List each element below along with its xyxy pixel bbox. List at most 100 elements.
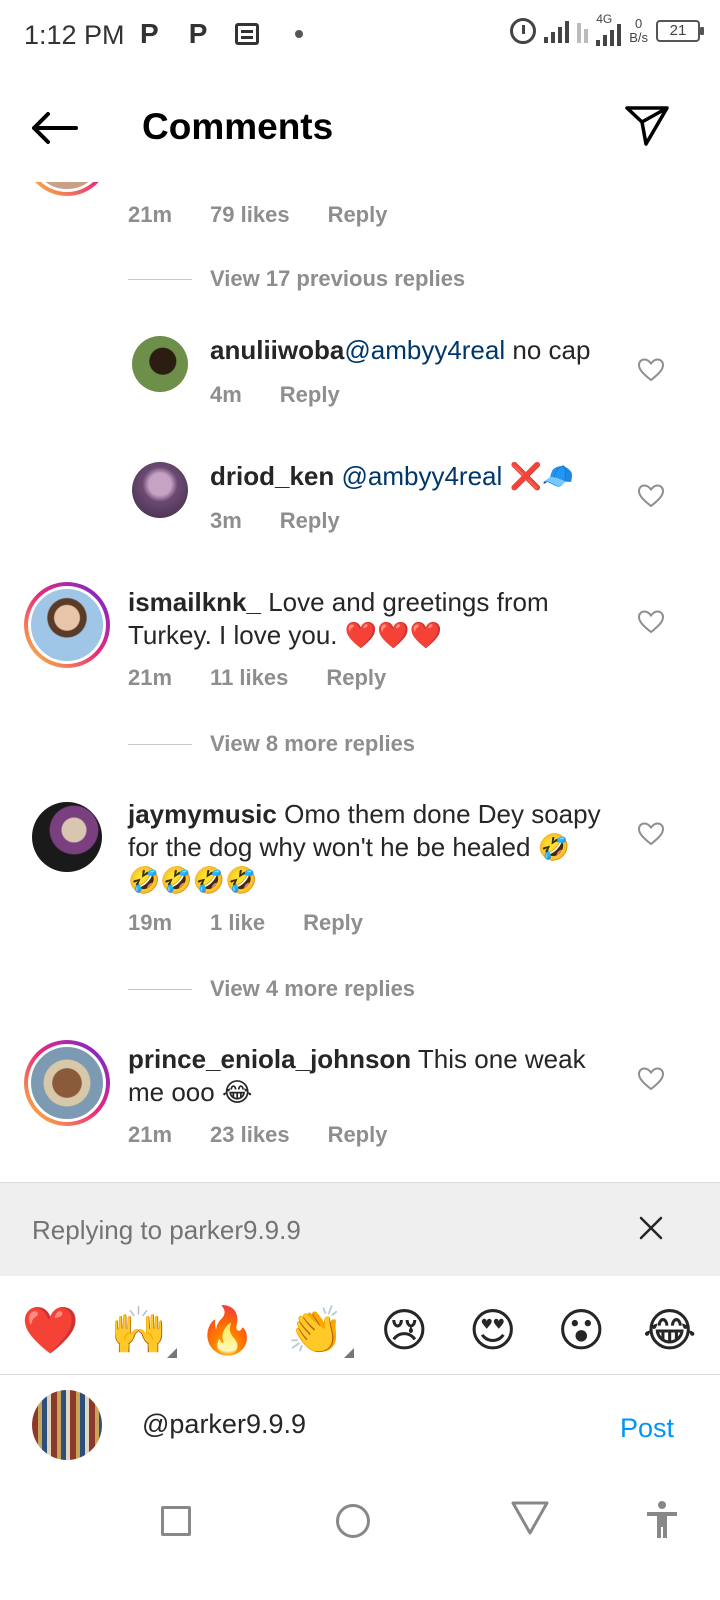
- comment-input[interactable]: @parker9.9.9: [142, 1409, 306, 1440]
- emoji-laughing-button[interactable]: 😂: [640, 1303, 700, 1357]
- avatar[interactable]: [132, 336, 188, 392]
- username[interactable]: driod_ken: [210, 461, 334, 491]
- alarm-icon: [510, 18, 537, 44]
- heart-icon[interactable]: [638, 822, 664, 846]
- data-transfer-icon: [577, 19, 589, 43]
- post-button[interactable]: Post: [620, 1413, 674, 1444]
- comment-time: 21m: [128, 1122, 173, 1147]
- replying-to-label: Replying to parker9.9.9: [32, 1215, 301, 1245]
- emoji-clap-button[interactable]: 👏: [286, 1303, 354, 1358]
- data-speed: 0 B/s: [629, 17, 648, 45]
- comment-likes[interactable]: 23 likes: [210, 1122, 290, 1148]
- username[interactable]: anuliiwoba: [210, 335, 344, 365]
- back-triangle-icon[interactable]: [510, 1500, 550, 1536]
- data-speed-unit: B/s: [629, 30, 648, 45]
- header: Comments: [0, 72, 720, 182]
- recents-square-icon[interactable]: [161, 1506, 191, 1536]
- comment-time: 21m: [128, 202, 173, 227]
- comment-body-line3: 🤣🤣🤣🤣: [128, 865, 258, 895]
- reply-button[interactable]: Reply: [280, 508, 340, 534]
- dot-icon: [295, 30, 304, 38]
- comment-text: ismailknk_ Love and greetings from Turke…: [128, 586, 618, 652]
- page-title: Comments: [142, 106, 334, 147]
- comment-body-line1: This one weak: [411, 1044, 586, 1074]
- signal-icon: [544, 19, 570, 43]
- avatar[interactable]: [24, 582, 110, 668]
- p-app-icon: P: [188, 18, 208, 49]
- avatar[interactable]: [32, 802, 102, 872]
- reply-button[interactable]: Reply: [328, 1122, 388, 1148]
- news-icon: [235, 23, 260, 45]
- emoji-heart-eyes-button[interactable]: 😍: [463, 1303, 523, 1357]
- replying-to-bar: Replying to parker9.9.9: [0, 1182, 720, 1276]
- send-icon[interactable]: [624, 102, 670, 148]
- p-app-icon: P: [140, 18, 159, 49]
- close-icon[interactable]: [638, 1215, 664, 1241]
- system-nav-bar: [0, 1490, 720, 1600]
- view-previous-replies-button[interactable]: View 17 previous replies: [128, 266, 465, 292]
- mention-link[interactable]: @ambyy4real: [344, 335, 505, 365]
- divider: [128, 988, 192, 990]
- comment-text: prince_eniola_johnson This one weak me o…: [128, 1043, 618, 1109]
- emoji-fire-button[interactable]: 🔥: [197, 1303, 257, 1358]
- reply-text: driod_ken @ambyy4real ❌🧢: [210, 460, 630, 493]
- view-replies-label: View 8 more replies: [210, 731, 416, 756]
- view-more-replies-button[interactable]: View 8 more replies: [128, 731, 415, 757]
- comment-body-line1: Omo them done Dey soapy: [276, 799, 601, 829]
- comment-time: 19m: [128, 910, 173, 935]
- avatar[interactable]: [132, 462, 188, 518]
- comment-likes[interactable]: 11 likes: [210, 665, 288, 691]
- comment-meta: 19m 1 like Reply: [128, 910, 401, 936]
- comment-likes[interactable]: 79 likes: [210, 202, 290, 228]
- heart-icon[interactable]: [638, 484, 664, 508]
- data-speed-value: 0: [634, 16, 643, 31]
- heart-icon[interactable]: [638, 358, 664, 382]
- status-time: 1:12 PM: [24, 20, 125, 50]
- emoji-glyph: 🙌: [110, 1303, 168, 1356]
- reply-text: anuliiwoba@ambyy4real no cap: [210, 334, 630, 367]
- emoji-heart-button[interactable]: ❤️: [20, 1303, 80, 1358]
- mention-link[interactable]: @ambyy4real: [341, 461, 502, 491]
- reply-body: ❌🧢: [502, 461, 575, 491]
- skin-tone-indicator: [166, 1347, 177, 1358]
- accessibility-icon[interactable]: [644, 1500, 680, 1540]
- username[interactable]: jaymymusic: [128, 799, 277, 829]
- reply-button[interactable]: Reply: [280, 382, 340, 408]
- status-notification-icons: P P: [140, 18, 304, 50]
- arrow-left-icon[interactable]: [30, 110, 78, 146]
- divider: [128, 278, 192, 280]
- comment-meta: 21m 11 likes Reply: [128, 665, 424, 691]
- comment-likes[interactable]: 1 like: [210, 910, 265, 936]
- emoji-glyph: 👏: [287, 1303, 345, 1356]
- comment-body-line2: for the dog why won't he be healed 🤣: [128, 832, 571, 862]
- view-more-replies-button[interactable]: View 4 more replies: [128, 976, 415, 1002]
- quick-emoji-bar: ❤️ 🙌 🔥 👏 😢 😍 😮 😂: [0, 1290, 720, 1370]
- reply-time: 4m: [210, 382, 242, 407]
- reply-button[interactable]: Reply: [328, 202, 388, 228]
- reply-button[interactable]: Reply: [326, 665, 386, 691]
- emoji-raised-hands-button[interactable]: 🙌: [109, 1303, 177, 1358]
- status-system-icons: 4G 0 B/s 21: [510, 12, 704, 46]
- status-bar: 1:12 PM P P 4G 0 B/s 21: [0, 0, 720, 72]
- divider: [128, 743, 192, 745]
- comment-body-line2: me ooo 😂: [128, 1077, 253, 1107]
- comment-body-line2: Turkey. I love you. ❤️❤️❤️: [128, 620, 442, 650]
- avatar[interactable]: [24, 1040, 110, 1126]
- home-circle-icon[interactable]: [336, 1504, 370, 1538]
- reply-meta: 3m Reply: [210, 508, 378, 534]
- comment-composer: @parker9.9.9 Post: [0, 1374, 720, 1484]
- emoji-surprised-button[interactable]: 😮: [551, 1303, 611, 1357]
- emoji-crying-button[interactable]: 😢: [374, 1303, 434, 1357]
- comment-meta: 21m 23 likes Reply: [128, 1122, 425, 1148]
- heart-icon[interactable]: [638, 1067, 664, 1091]
- username[interactable]: prince_eniola_johnson: [128, 1044, 411, 1074]
- comment-body-line1: Love and greetings from: [260, 587, 549, 617]
- comment-time: 21m: [128, 665, 173, 690]
- comments-list[interactable]: 21m 79 likes Reply View 17 previous repl…: [0, 150, 720, 1180]
- reply-time: 3m: [210, 508, 242, 533]
- username[interactable]: ismailknk_: [128, 587, 261, 617]
- skin-tone-indicator: [343, 1347, 354, 1358]
- avatar: [32, 1390, 102, 1460]
- reply-button[interactable]: Reply: [303, 910, 363, 936]
- heart-icon[interactable]: [638, 610, 664, 634]
